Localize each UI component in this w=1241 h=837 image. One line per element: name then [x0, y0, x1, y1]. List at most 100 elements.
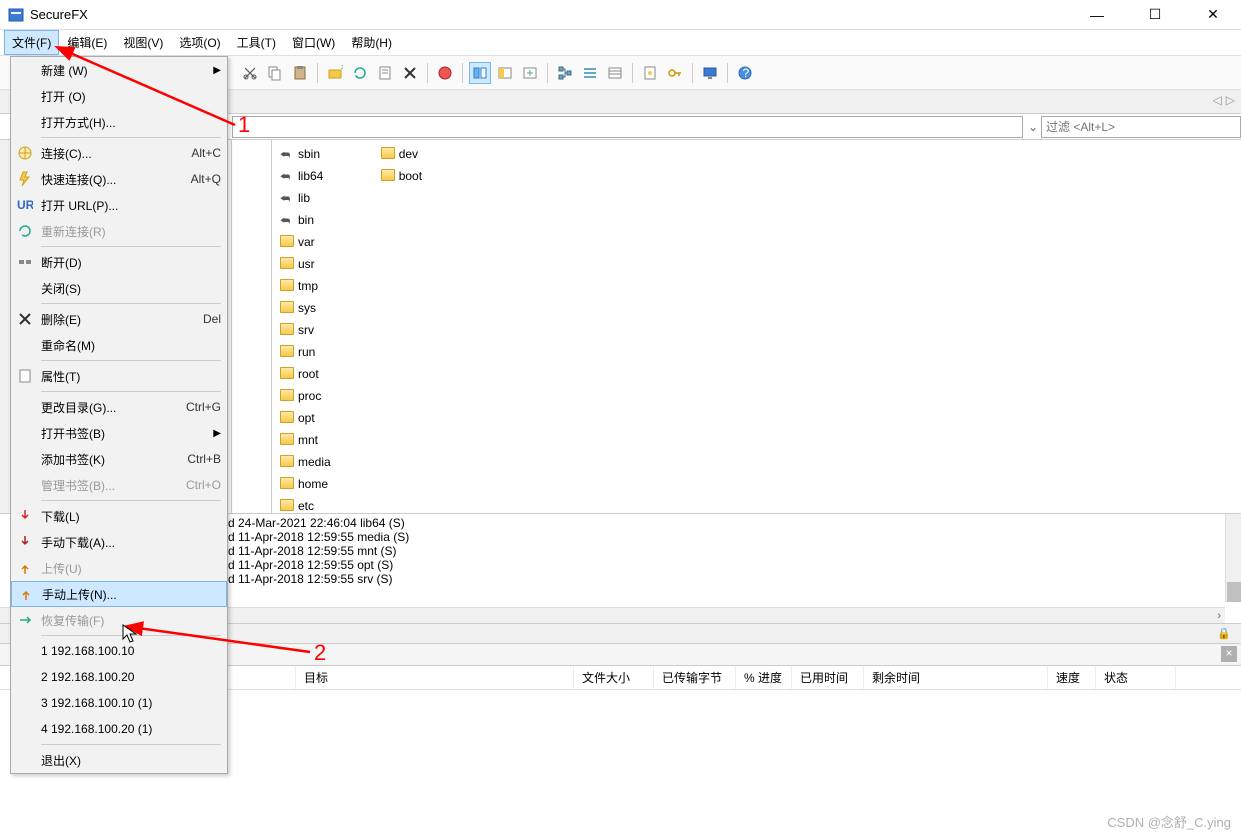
menu-工具(T)[interactable]: 工具(T): [229, 30, 284, 55]
delete-icon: [15, 311, 35, 327]
toolbar-paste-icon[interactable]: [289, 62, 311, 84]
menu-item[interactable]: 打开书签(B)▶: [11, 420, 227, 446]
toolbar-delete-icon[interactable]: [399, 62, 421, 84]
folder-icon: [280, 389, 294, 403]
tab-next-icon[interactable]: ▷: [1226, 93, 1235, 107]
file-item[interactable]: ⮪bin: [280, 210, 331, 230]
menu-item[interactable]: 手动下载(A)...: [11, 529, 227, 555]
toolbar-monitor-icon[interactable]: [699, 62, 721, 84]
file-item[interactable]: mnt: [280, 430, 331, 450]
menu-item[interactable]: 连接(C)...Alt+C: [11, 140, 227, 166]
menu-item[interactable]: 删除(E)Del: [11, 306, 227, 332]
toolbar-props-icon[interactable]: [374, 62, 396, 84]
menu-item[interactable]: 退出(X): [11, 747, 227, 773]
menu-视图(V)[interactable]: 视图(V): [115, 30, 171, 55]
transfer-col-header[interactable]: 剩余时间: [864, 666, 1048, 689]
toolbar-layout-split-icon[interactable]: [469, 62, 491, 84]
blank-icon: [15, 88, 35, 104]
file-item[interactable]: run: [280, 342, 331, 362]
menu-item[interactable]: 重命名(M): [11, 332, 227, 358]
menu-item[interactable]: 打开方式(H)...: [11, 109, 227, 135]
file-item[interactable]: srv: [280, 320, 331, 340]
toolbar-tree-icon[interactable]: [554, 62, 576, 84]
file-item[interactable]: usr: [280, 254, 331, 274]
file-item[interactable]: boot: [381, 166, 422, 186]
menu-item[interactable]: 关闭(S): [11, 275, 227, 301]
menu-item[interactable]: 3 192.168.100.10 (1): [11, 690, 227, 716]
path-dropdown-icon[interactable]: ⌄: [1025, 120, 1041, 134]
menu-item[interactable]: 属性(T): [11, 363, 227, 389]
file-item[interactable]: dev: [381, 144, 422, 164]
menu-选项(O)[interactable]: 选项(O): [171, 30, 228, 55]
toolbar-stop-icon[interactable]: [434, 62, 456, 84]
toolbar-list-icon[interactable]: [604, 62, 626, 84]
menu-item-label: 4 192.168.100.20 (1): [41, 722, 221, 736]
transfer-close-icon[interactable]: ×: [1221, 646, 1237, 662]
menu-item[interactable]: 4 192.168.100.20 (1): [11, 716, 227, 742]
minimize-button[interactable]: —: [1077, 3, 1117, 27]
menu-item[interactable]: 添加书签(K)Ctrl+B: [11, 446, 227, 472]
file-item[interactable]: proc: [280, 386, 331, 406]
log-line: d 24-Mar-2021 22:46:04 lib64 (S): [228, 516, 1237, 530]
transfer-col-header[interactable]: 已用时间: [792, 666, 864, 689]
menu-item[interactable]: 下载(L): [11, 503, 227, 529]
toolbar-sync-icon[interactable]: [519, 62, 541, 84]
menu-窗口(W)[interactable]: 窗口(W): [284, 30, 343, 55]
menu-item-label: 下载(L): [41, 508, 221, 525]
file-item[interactable]: ⮪sbin: [280, 144, 331, 164]
file-list-pane: ⮪sbin⮪lib64⮪lib⮪bin var usrtmpsyssrvrunroo…: [272, 140, 1241, 513]
toolbar-queue-icon[interactable]: [579, 62, 601, 84]
menu-item[interactable]: 2 192.168.100.20: [11, 664, 227, 690]
menu-item-shortcut: Del: [203, 312, 221, 326]
file-item[interactable]: opt: [280, 408, 331, 428]
blank-icon: [15, 451, 35, 467]
toolbar-key-icon[interactable]: [664, 62, 686, 84]
tab-prev-icon[interactable]: ◁: [1213, 93, 1222, 107]
symlink-icon: ⮪: [280, 213, 294, 227]
menu-item[interactable]: 更改目录(G)...Ctrl+G: [11, 394, 227, 420]
close-button[interactable]: ✕: [1193, 3, 1233, 27]
toolbar-refresh-icon[interactable]: [349, 62, 371, 84]
transfer-col-header[interactable]: 速度: [1048, 666, 1096, 689]
menu-item[interactable]: 断开(D): [11, 249, 227, 275]
file-item[interactable]: home: [280, 474, 331, 494]
filter-input[interactable]: [1041, 116, 1241, 138]
toolbar-help-icon[interactable]: ?: [734, 62, 756, 84]
path-input[interactable]: [232, 116, 1023, 138]
file-item[interactable]: ⮪lib: [280, 188, 331, 208]
transfer-col-header[interactable]: 状态: [1096, 666, 1176, 689]
menu-编辑(E)[interactable]: 编辑(E): [59, 30, 115, 55]
file-item[interactable]: sys: [280, 298, 331, 318]
folder-icon: [280, 235, 294, 249]
transfer-col-header[interactable]: % 进度: [736, 666, 792, 689]
menu-item-label: 手动上传(N)...: [42, 586, 220, 603]
file-item[interactable]: etc: [280, 496, 331, 513]
file-item[interactable]: media: [280, 452, 331, 472]
menu-item[interactable]: 打开 (O): [11, 83, 227, 109]
toolbar-layout-local-icon[interactable]: [494, 62, 516, 84]
toolbar-cut-icon[interactable]: [239, 62, 261, 84]
menu-item[interactable]: 快速连接(Q)...Alt+Q: [11, 166, 227, 192]
toolbar-new-folder-icon[interactable]: ＊: [324, 62, 346, 84]
menu-item[interactable]: 1 192.168.100.10: [11, 638, 227, 664]
file-name: var: [298, 235, 315, 249]
file-item[interactable]: var: [280, 232, 331, 252]
transfer-col-header[interactable]: 已传输字节: [654, 666, 736, 689]
transfer-col-header[interactable]: 文件大小: [574, 666, 654, 689]
menu-文件(F)[interactable]: 文件(F): [4, 30, 59, 55]
transfer-col-header[interactable]: 目标: [296, 666, 574, 689]
menu-item[interactable]: 手动上传(N)...: [11, 581, 227, 607]
menu-item[interactable]: URL打开 URL(P)...: [11, 192, 227, 218]
menu-item-shortcut: Alt+Q: [191, 172, 221, 186]
toolbar-copy-icon[interactable]: [264, 62, 286, 84]
menu-item[interactable]: 新建 (W)▶: [11, 57, 227, 83]
menu-separator: [41, 303, 221, 304]
file-item[interactable]: root: [280, 364, 331, 384]
menu-帮助(H)[interactable]: 帮助(H): [343, 30, 400, 55]
toolbar-options-icon[interactable]: [639, 62, 661, 84]
folder-icon: [381, 169, 395, 183]
file-item[interactable]: tmp: [280, 276, 331, 296]
maximize-button[interactable]: ☐: [1135, 3, 1175, 27]
file-item[interactable]: ⮪lib64: [280, 166, 331, 186]
log-vscroll[interactable]: [1225, 514, 1241, 602]
